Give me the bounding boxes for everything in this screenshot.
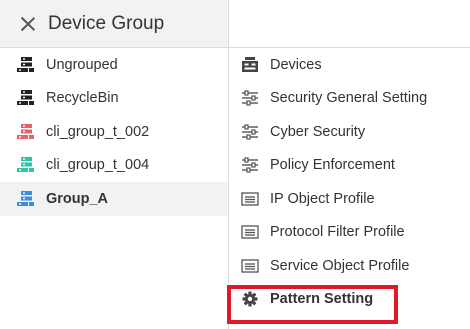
menu-item-policy-enforcement[interactable]: Policy Enforcement xyxy=(229,149,470,183)
group-item-cli-group-t-004[interactable]: cli_group_t_004 xyxy=(0,149,228,183)
device-stack-icon xyxy=(17,90,35,106)
menu-item-label: IP Object Profile xyxy=(270,190,375,207)
device-stack-icon xyxy=(17,190,35,207)
group-item-label: cli_group_t_002 xyxy=(46,123,150,140)
group-menu-list: Devices Security General Setting Cyber S… xyxy=(229,48,470,329)
menu-item-service-object-profile[interactable]: Service Object Profile xyxy=(229,249,470,283)
group-item-cli-group-t-002[interactable]: cli_group_t_002 xyxy=(0,115,228,149)
close-icon[interactable] xyxy=(20,16,36,32)
device-group-list: Ungrouped RecycleBin cli_group_t_002 cli… xyxy=(0,48,229,329)
menu-item-label: Pattern Setting xyxy=(270,291,374,308)
menu-item-devices[interactable]: Devices xyxy=(229,48,470,82)
menu-item-pattern-setting[interactable]: Pattern Setting xyxy=(229,283,470,317)
menu-item-label: Service Object Profile xyxy=(270,257,410,274)
sliders-icon xyxy=(241,124,259,140)
group-item-label: Group_A xyxy=(46,190,109,207)
profile-card-icon xyxy=(241,224,259,240)
menu-item-protocol-filter-profile[interactable]: Protocol Filter Profile xyxy=(229,216,470,250)
group-item-label: Ungrouped xyxy=(46,56,118,73)
menu-item-ip-object-profile[interactable]: IP Object Profile xyxy=(229,182,470,216)
group-item-label: RecycleBin xyxy=(46,90,119,107)
device-stack-icon xyxy=(17,123,35,140)
menu-item-label: Security General Setting xyxy=(270,90,428,107)
menu-item-label: Cyber Security xyxy=(270,123,366,140)
sliders-icon xyxy=(241,157,259,173)
menu-item-label: Policy Enforcement xyxy=(270,157,395,174)
group-item-label: cli_group_t_004 xyxy=(46,157,150,174)
group-item-recyclebin[interactable]: RecycleBin xyxy=(0,82,228,116)
group-item-group-a[interactable]: Group_A xyxy=(0,182,228,216)
menu-item-security-general-setting[interactable]: Security General Setting xyxy=(229,82,470,116)
device-stack-icon xyxy=(17,56,35,73)
panel-header: Device Group xyxy=(0,0,229,48)
profile-card-icon xyxy=(241,258,259,274)
gear-icon xyxy=(241,291,259,307)
menu-item-label: Protocol Filter Profile xyxy=(270,224,405,241)
header-right-area xyxy=(229,0,470,48)
menu-item-label: Devices xyxy=(270,56,322,73)
device-stack-icon xyxy=(17,157,35,173)
profile-card-icon xyxy=(241,191,259,207)
sliders-icon xyxy=(241,90,259,106)
group-item-ungrouped[interactable]: Ungrouped xyxy=(0,48,228,82)
menu-item-cyber-security[interactable]: Cyber Security xyxy=(229,115,470,149)
panel-title: Device Group xyxy=(48,12,165,34)
devices-icon xyxy=(241,56,259,73)
